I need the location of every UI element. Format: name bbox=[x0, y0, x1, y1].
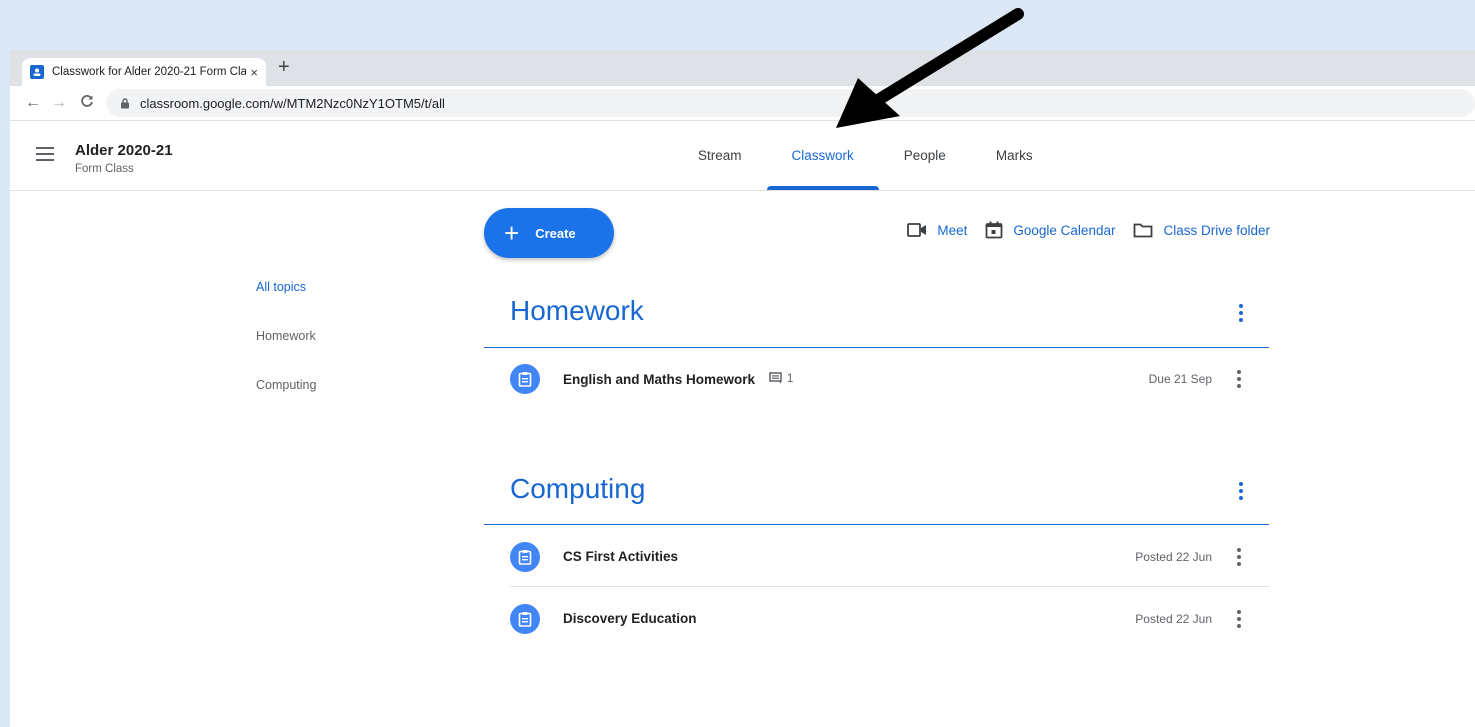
topic-computing[interactable]: Computing bbox=[256, 378, 316, 427]
folder-icon bbox=[1134, 223, 1153, 238]
section-title[interactable]: Homework bbox=[510, 295, 644, 327]
more-vert-icon[interactable] bbox=[1237, 370, 1241, 391]
comment-count-value: 1 bbox=[786, 371, 794, 385]
item-date: Posted 22 Jun bbox=[1135, 612, 1212, 626]
back-arrow-icon[interactable]: ← bbox=[22, 94, 44, 112]
item-date: Due 21 Sep bbox=[1148, 372, 1212, 386]
meet-button[interactable]: Meet bbox=[907, 223, 967, 238]
section-title[interactable]: Computing bbox=[510, 473, 645, 505]
topic-all[interactable]: All topics bbox=[256, 280, 316, 329]
section-divider bbox=[484, 347, 1269, 348]
section-divider bbox=[484, 524, 1269, 525]
forward-arrow-icon[interactable]: → bbox=[48, 94, 70, 112]
item-title-text: English and Maths Homework bbox=[563, 372, 756, 387]
tab-marks[interactable]: Marks bbox=[971, 121, 1058, 190]
item-title: Discovery Education bbox=[563, 611, 697, 626]
video-camera-icon bbox=[907, 223, 927, 237]
new-tab-button[interactable]: + bbox=[278, 56, 290, 79]
topic-homework[interactable]: Homework bbox=[256, 329, 316, 378]
list-item[interactable]: CS First Activities Posted 22 Jun bbox=[484, 527, 1269, 587]
drive-folder-button[interactable]: Class Drive folder bbox=[1133, 222, 1270, 238]
class-name[interactable]: Alder 2020-21 bbox=[75, 142, 173, 159]
tab-title: Classwork for Alder 2020-21 Form Class bbox=[52, 66, 247, 78]
more-vert-icon[interactable] bbox=[1237, 610, 1241, 631]
create-button[interactable]: + Create bbox=[484, 208, 614, 258]
meet-label: Meet bbox=[937, 222, 968, 238]
section-computing: Computing CS First Activities Posted 22 … bbox=[484, 460, 1269, 660]
hamburger-menu-icon[interactable] bbox=[36, 147, 54, 161]
calendar-icon bbox=[985, 221, 1003, 239]
url-text: classroom.google.com/w/MTM2Nzc0NzY1OTM5/… bbox=[140, 95, 445, 111]
comment-count: 1 bbox=[769, 371, 794, 385]
tab-people[interactable]: People bbox=[879, 121, 971, 190]
assignment-icon bbox=[510, 604, 540, 634]
tab-classwork[interactable]: Classwork bbox=[766, 121, 880, 190]
item-title: English and Maths Homework 1 bbox=[563, 371, 793, 387]
app-header: Alder 2020-21 Form Class Stream Classwor… bbox=[10, 121, 1475, 191]
topic-list: All topics Homework Computing bbox=[256, 280, 316, 427]
address-bar[interactable]: classroom.google.com/w/MTM2Nzc0NzY1OTM5/… bbox=[106, 89, 1475, 117]
close-icon[interactable]: × bbox=[250, 65, 258, 80]
assignment-icon bbox=[510, 542, 540, 572]
create-label: Create bbox=[535, 225, 576, 241]
drive-label: Class Drive folder bbox=[1163, 222, 1270, 238]
more-vert-icon[interactable] bbox=[1237, 548, 1241, 569]
calendar-label: Google Calendar bbox=[1013, 222, 1116, 238]
list-item[interactable]: English and Maths Homework 1 Due 21 Sep bbox=[484, 349, 1269, 409]
class-actions: Meet Google Calendar Class Drive folder bbox=[889, 218, 1270, 242]
item-date: Posted 22 Jun bbox=[1135, 550, 1212, 564]
lock-icon bbox=[121, 97, 129, 108]
assignment-icon bbox=[510, 364, 540, 394]
reload-icon[interactable] bbox=[76, 94, 98, 113]
browser-tab[interactable]: Classwork for Alder 2020-21 Form Class × bbox=[22, 58, 266, 86]
class-nav-tabs: Stream Classwork People Marks bbox=[673, 121, 1058, 190]
section-homework: Homework English and Maths Homework 1 Du… bbox=[484, 280, 1269, 430]
item-title: CS First Activities bbox=[563, 549, 679, 564]
item-divider bbox=[510, 586, 1269, 587]
tab-strip: Classwork for Alder 2020-21 Form Class ×… bbox=[10, 50, 1475, 86]
calendar-button[interactable]: Google Calendar bbox=[985, 221, 1115, 239]
browser-window: Classwork for Alder 2020-21 Form Class ×… bbox=[10, 50, 1475, 727]
class-subtitle: Form Class bbox=[75, 163, 134, 175]
more-vert-icon[interactable] bbox=[1239, 304, 1243, 325]
more-vert-icon[interactable] bbox=[1239, 482, 1243, 503]
browser-toolbar: ← → classroom.google.com/w/MTM2Nzc0NzY1O… bbox=[10, 86, 1475, 121]
list-item[interactable]: Discovery Education Posted 22 Jun bbox=[484, 589, 1269, 649]
tab-stream[interactable]: Stream bbox=[673, 121, 767, 190]
comment-icon bbox=[769, 372, 782, 384]
classroom-icon bbox=[30, 65, 44, 79]
plus-icon: + bbox=[504, 218, 520, 248]
